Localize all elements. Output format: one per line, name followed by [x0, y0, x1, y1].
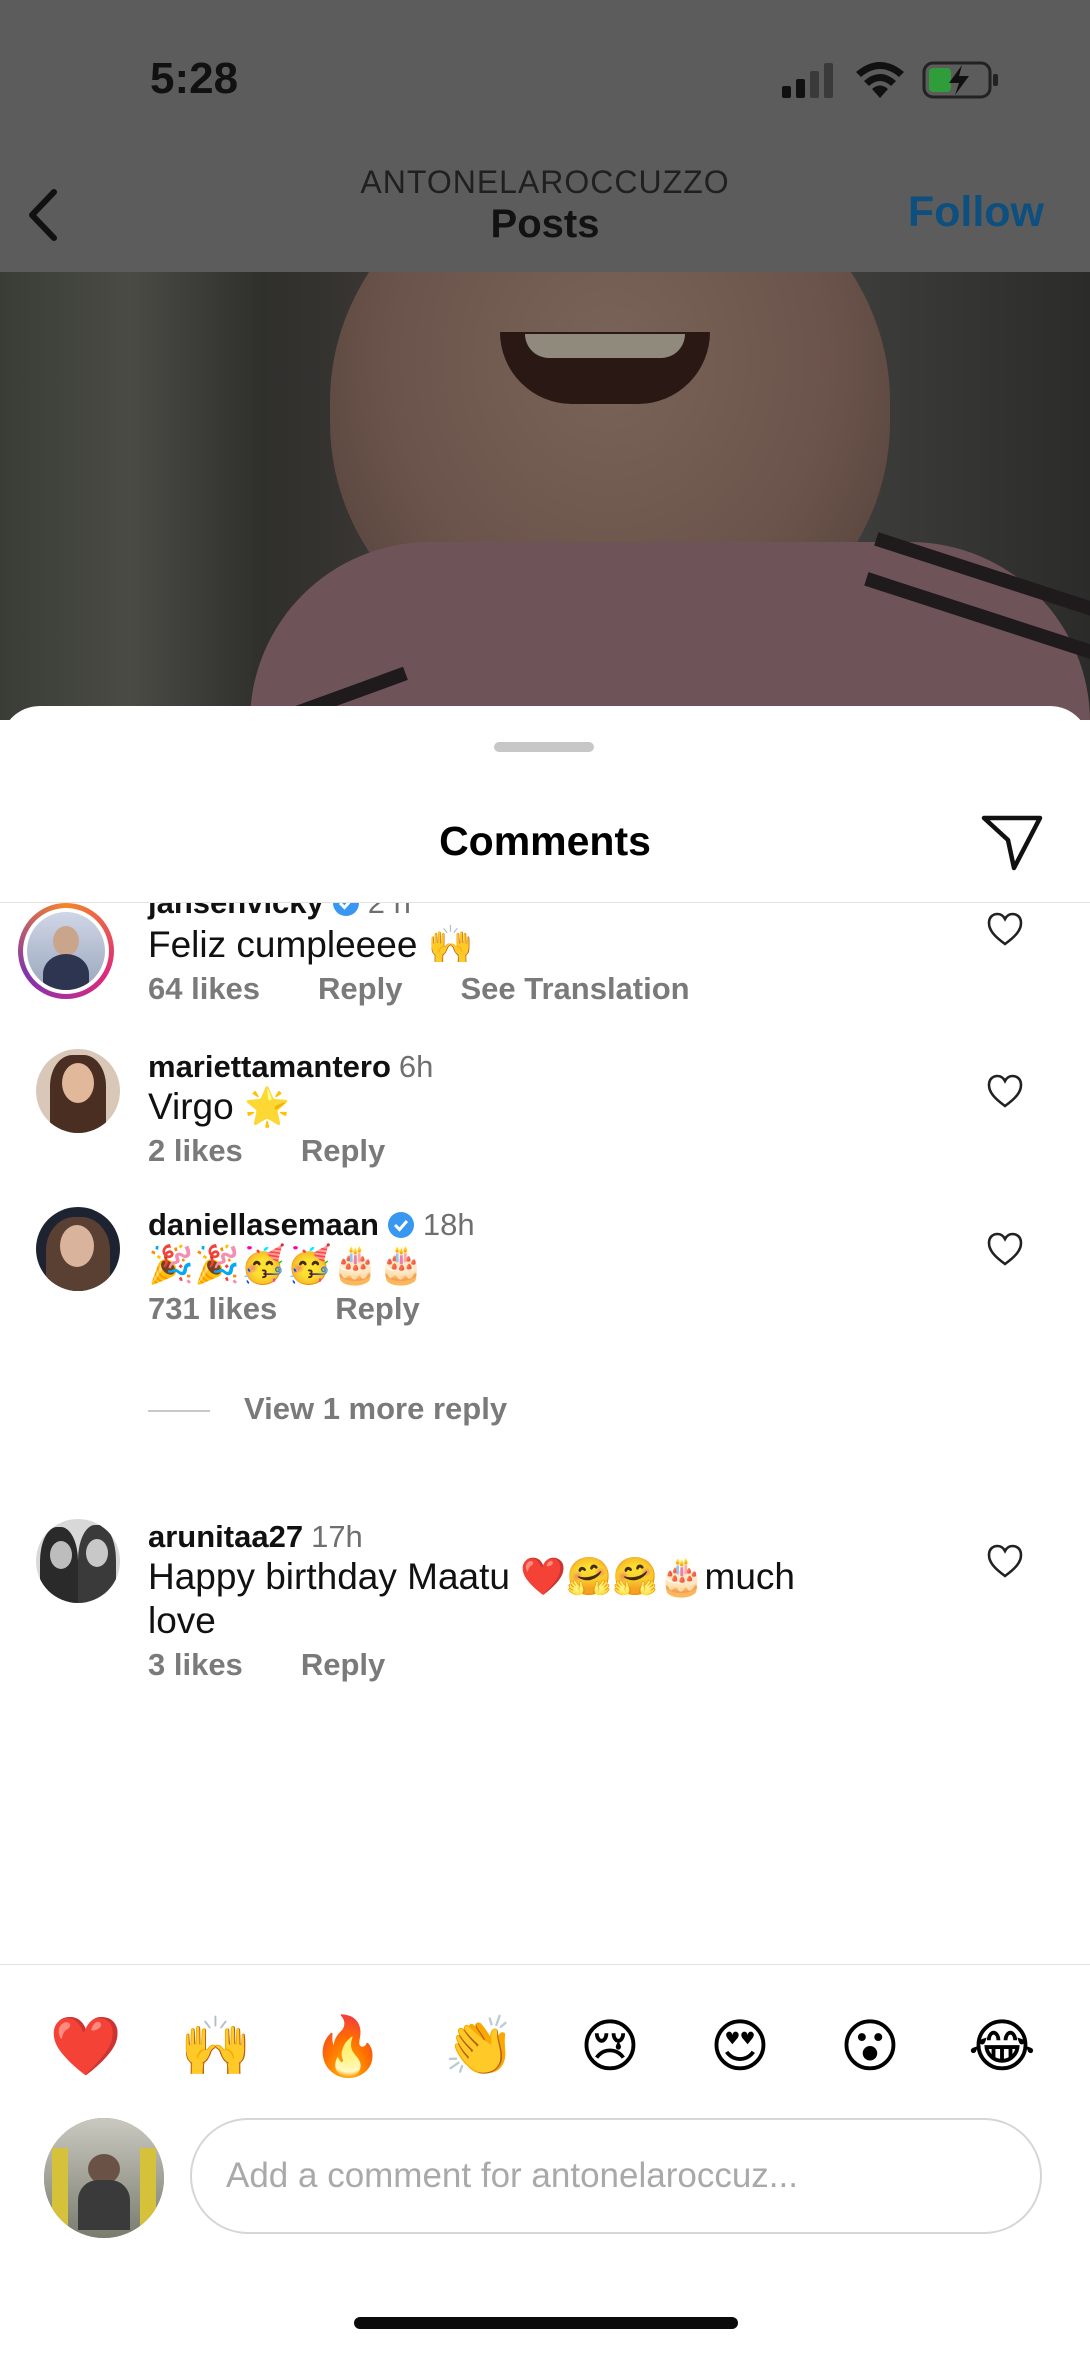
- avatar[interactable]: [36, 1519, 120, 1603]
- comment-username-line: jansenvicky 2 h: [148, 903, 411, 921]
- verified-badge-icon: [387, 1212, 414, 1238]
- comment-text: Happy birthday Maatu ❤️🤗🤗🎂much love: [148, 1555, 908, 1643]
- quick-reactions-bar: ❤️ 🙌 🔥 👏 😢 😍 😮 😂: [0, 2006, 1090, 2096]
- comment-username-line: mariettamantero 6h: [148, 1049, 433, 1085]
- sheet-grabber[interactable]: [494, 742, 594, 752]
- reaction-heart-eyes-button[interactable]: 😍: [700, 2006, 780, 2086]
- cellular-signal-icon: [782, 63, 833, 98]
- comment-actions: 64 likes Reply See Translation: [148, 971, 748, 1007]
- sheet-title: Comments: [439, 818, 651, 864]
- like-count[interactable]: 3 likes: [148, 1647, 243, 1682]
- verified-badge-icon: [332, 903, 359, 916]
- reply-button[interactable]: Reply: [301, 1133, 385, 1168]
- like-count[interactable]: 731 likes: [148, 1291, 277, 1326]
- comment-actions: 731 likes Reply: [148, 1291, 478, 1327]
- see-translation-button[interactable]: See Translation: [460, 971, 689, 1006]
- like-count[interactable]: 2 likes: [148, 1133, 243, 1168]
- like-heart-icon[interactable]: [986, 911, 1024, 947]
- divider: [0, 1964, 1090, 1965]
- like-heart-icon[interactable]: [986, 1231, 1024, 1267]
- home-indicator: [354, 2317, 738, 2329]
- reaction-heart-button[interactable]: ❤️: [46, 2006, 126, 2086]
- comment-username[interactable]: jansenvicky: [148, 903, 324, 920]
- reaction-raised-hands-button[interactable]: 🙌: [176, 2006, 256, 2086]
- like-heart-icon[interactable]: [986, 1073, 1024, 1109]
- comment-actions: 3 likes Reply: [148, 1647, 443, 1683]
- comment-username[interactable]: daniellasemaan: [148, 1207, 379, 1242]
- comment-input[interactable]: Add a comment for antonelaroccuz...: [190, 2118, 1042, 2234]
- post-photo: [0, 272, 1090, 720]
- comment-username-line: arunitaa27 17h: [148, 1519, 363, 1555]
- comment-time: 17h: [311, 1519, 363, 1554]
- reply-button[interactable]: Reply: [318, 971, 402, 1006]
- comment-text-line: love: [148, 1600, 216, 1641]
- comments-list[interactable]: jansenvicky 2 h Feliz cumpleeee 🙌 64 like…: [0, 903, 1090, 1971]
- my-avatar[interactable]: [44, 2118, 164, 2238]
- reply-button[interactable]: Reply: [301, 1647, 385, 1682]
- comment-username[interactable]: arunitaa27: [148, 1519, 303, 1554]
- view-more-replies-label: View 1 more reply: [244, 1391, 508, 1426]
- share-send-icon[interactable]: [980, 812, 1044, 872]
- reaction-crying-button[interactable]: 😢: [570, 2006, 650, 2086]
- comment-actions: 2 likes Reply: [148, 1133, 443, 1169]
- comment-username-line: daniellasemaan 18h: [148, 1207, 475, 1243]
- status-time: 5:28: [150, 54, 239, 103]
- wifi-icon: [856, 62, 904, 98]
- comment-text-line: Happy birthday Maatu ❤️🤗🤗🎂much: [148, 1556, 796, 1597]
- thread-line: [148, 1409, 210, 1412]
- comment-time: 6h: [398, 1049, 434, 1084]
- reaction-clap-button[interactable]: 👏: [440, 2006, 520, 2086]
- avatar[interactable]: [36, 1207, 120, 1291]
- like-count[interactable]: 64 likes: [148, 971, 260, 1006]
- avatar[interactable]: [36, 1049, 120, 1133]
- battery-charging-icon: [922, 61, 998, 99]
- follow-button[interactable]: Follow: [908, 188, 1044, 237]
- status-bar: 5:28: [0, 0, 1090, 160]
- reply-button[interactable]: Reply: [335, 1291, 419, 1326]
- reaction-fire-button[interactable]: 🔥: [308, 2006, 388, 2086]
- reaction-surprised-button[interactable]: 😮: [830, 2006, 910, 2086]
- comment-composer: Add a comment for antonelaroccuz...: [0, 2118, 1090, 2248]
- comments-sheet: Comments jansenvicky 2 h Feliz cumpleeee …: [0, 706, 1090, 2363]
- comment-time: 2 h: [368, 903, 411, 920]
- like-heart-icon[interactable]: [986, 1543, 1024, 1579]
- comment-text: Virgo 🌟: [148, 1086, 291, 1127]
- comment-text: 🎉🎉🥳🥳🎂🎂: [148, 1243, 425, 1286]
- comment-username[interactable]: mariettamantero: [148, 1049, 391, 1084]
- avatar[interactable]: [18, 903, 114, 999]
- comment-time: 18h: [422, 1207, 475, 1242]
- nav-bar: ANTONELAROCCUZZO Posts Follow: [0, 160, 1090, 272]
- view-more-replies-button[interactable]: View 1 more reply: [148, 1391, 507, 1427]
- comment-text: Feliz cumpleeee 🙌: [148, 924, 474, 965]
- reaction-laughing-button[interactable]: 😂: [962, 2006, 1042, 2086]
- dimmed-background: 5:28 ANTONELAROCCUZZO Posts Follow: [0, 0, 1090, 720]
